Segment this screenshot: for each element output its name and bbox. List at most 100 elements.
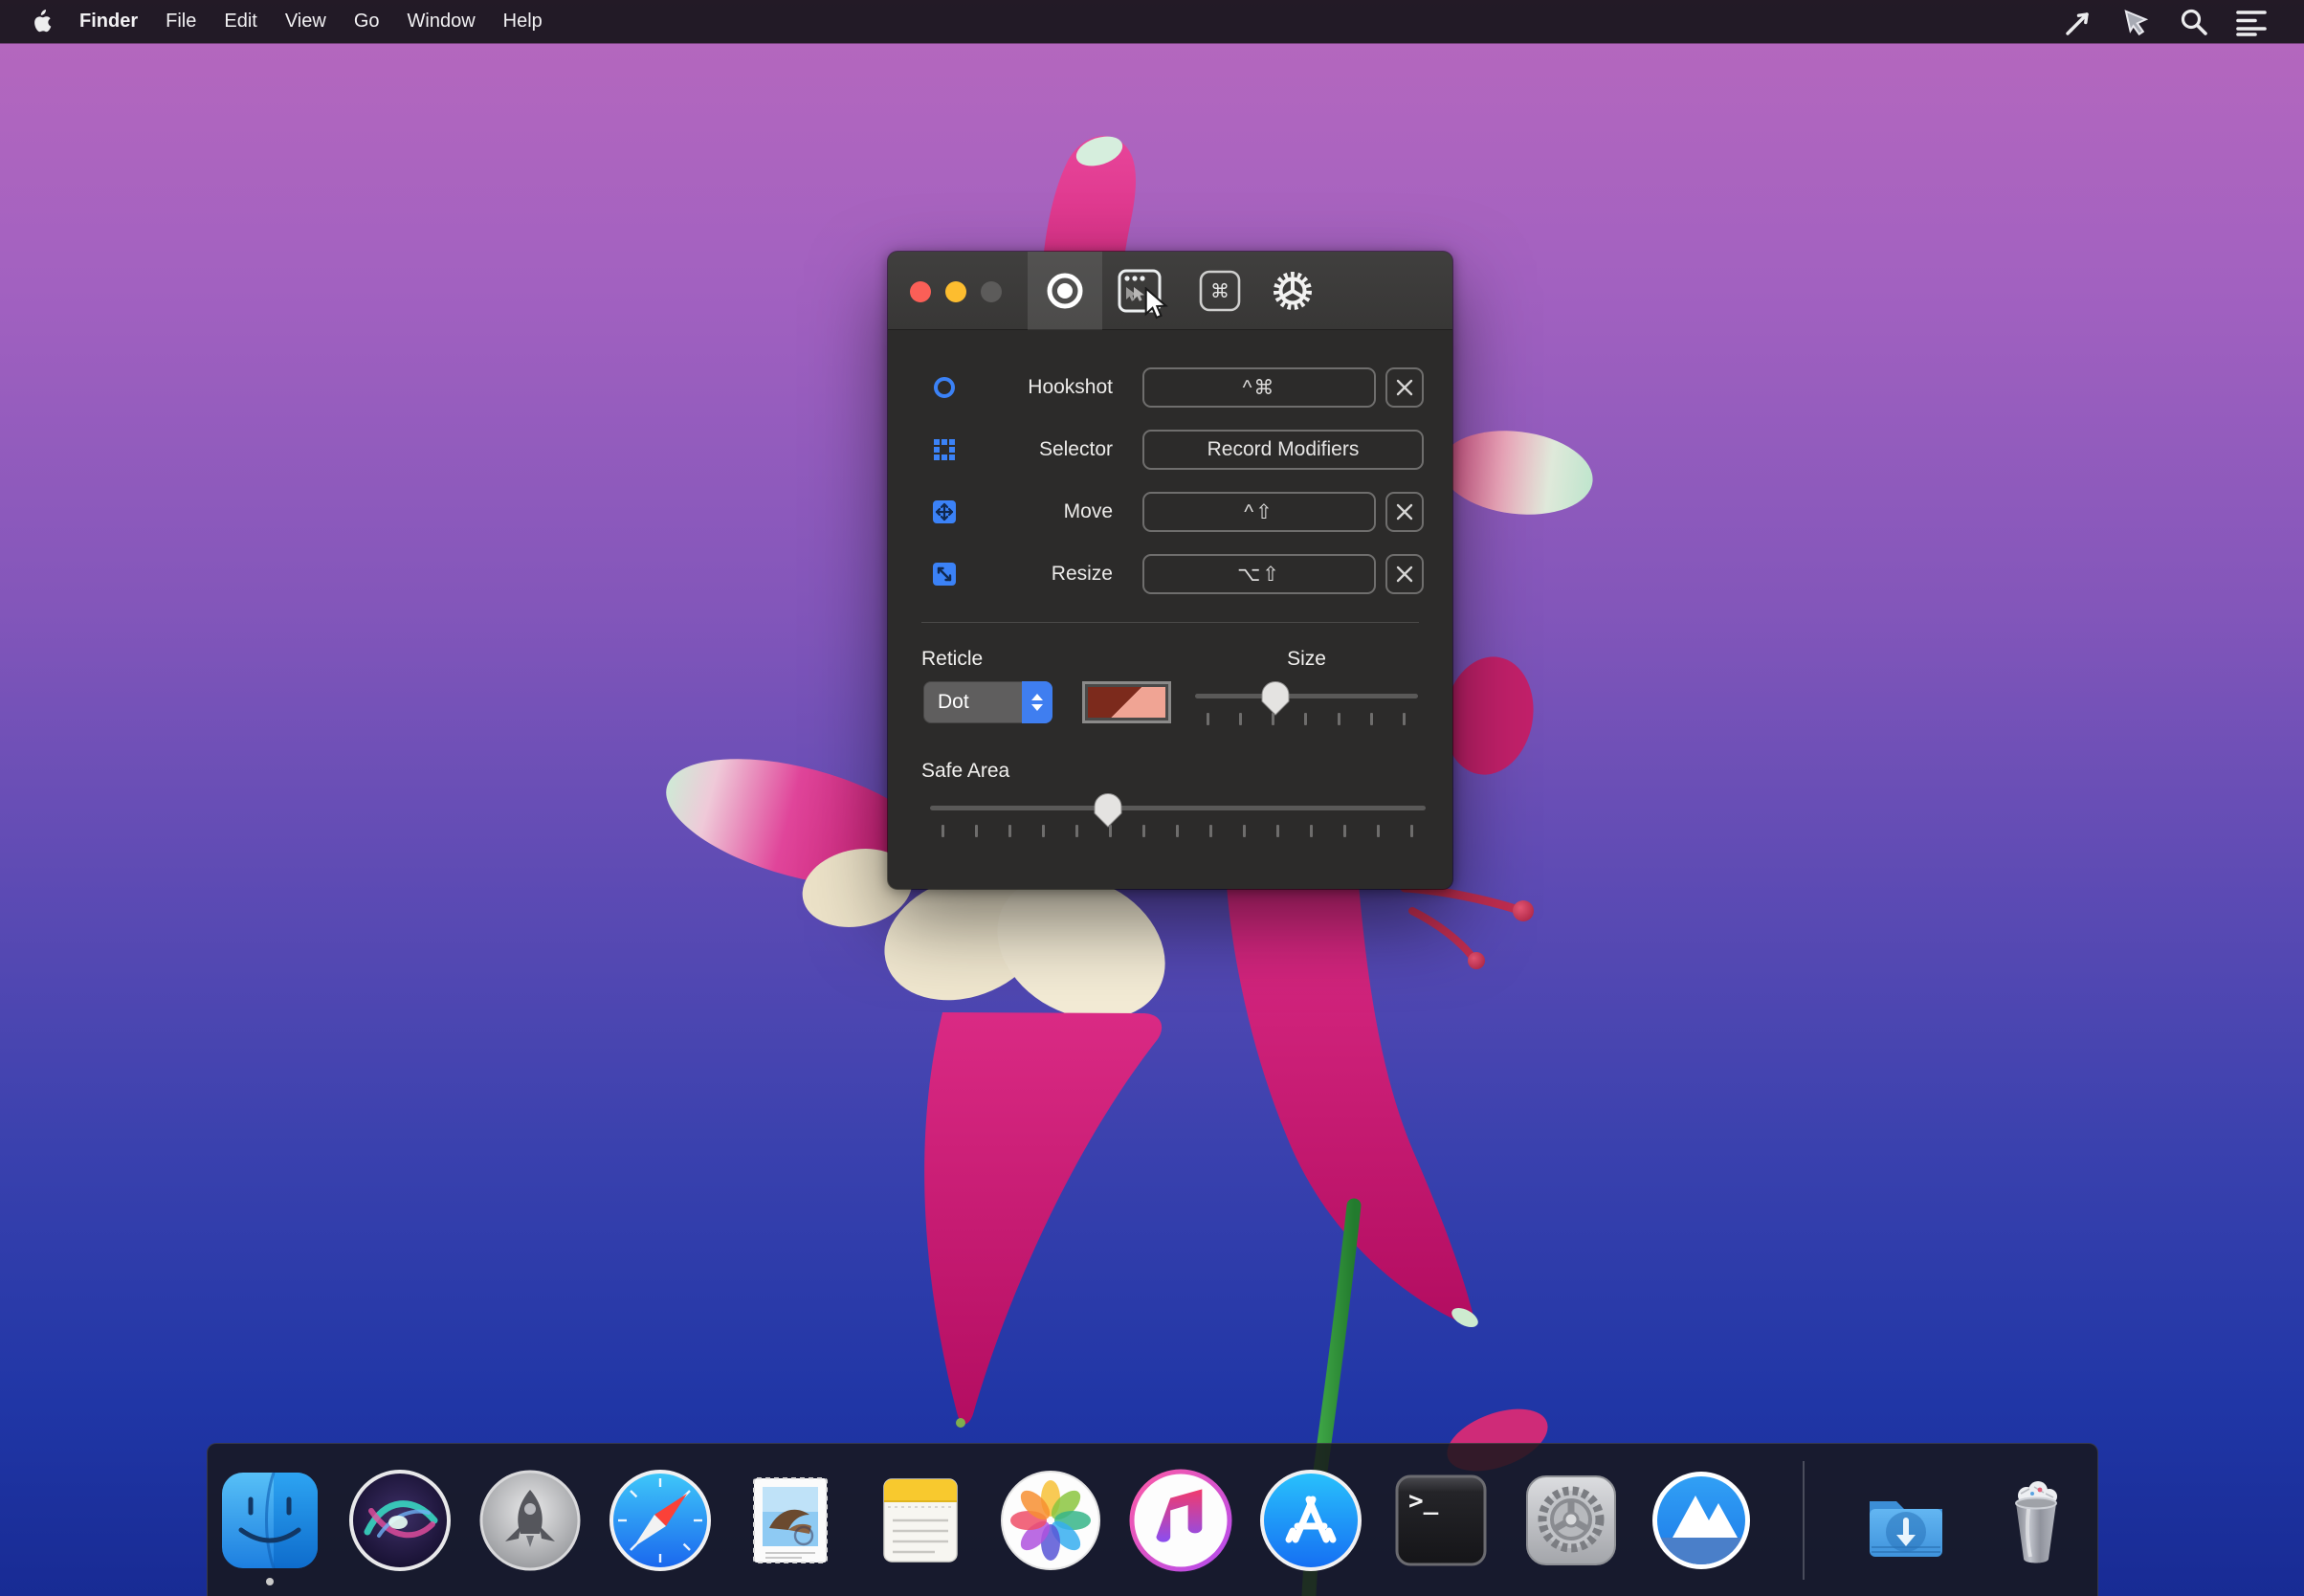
- notification-center-icon[interactable]: [2235, 6, 2268, 38]
- slider-tick: [1370, 713, 1373, 725]
- menu-item-go[interactable]: Go: [352, 0, 382, 43]
- slider-tick: [942, 825, 944, 837]
- menu-item-help[interactable]: Help: [501, 0, 544, 43]
- size-slider-ticks: [1207, 713, 1406, 725]
- resize-clear-button[interactable]: [1385, 554, 1424, 594]
- hookshot-label: Hookshot: [888, 366, 1113, 409]
- safe-area-slider-ticks: [942, 825, 1413, 837]
- search-icon[interactable]: [2178, 6, 2210, 38]
- menu-item-view[interactable]: View: [283, 0, 328, 43]
- dock-item-app-store[interactable]: [1257, 1467, 1364, 1574]
- svg-text:⌘: ⌘: [1210, 279, 1230, 302]
- move-clear-button[interactable]: [1385, 492, 1424, 532]
- menu-item-edit[interactable]: Edit: [222, 0, 258, 43]
- running-indicator: [266, 1578, 274, 1585]
- minimize-button[interactable]: [945, 281, 966, 302]
- tab-settings[interactable]: [1255, 252, 1330, 330]
- safe-area-slider[interactable]: [930, 793, 1426, 837]
- move-shortcut-field[interactable]: ^⇧: [1142, 492, 1376, 532]
- dock-item-downloads[interactable]: [1852, 1467, 1960, 1574]
- shortcut-row-hookshot: Hookshot ^⌘: [888, 366, 1452, 409]
- tab-record[interactable]: [1028, 252, 1102, 330]
- dock-item-finder[interactable]: [216, 1467, 323, 1574]
- dock-item-launchpad[interactable]: [476, 1467, 584, 1574]
- slider-tick: [1338, 713, 1340, 725]
- slider-tick: [1276, 825, 1279, 837]
- menu-item-finder[interactable]: Finder: [78, 0, 140, 43]
- shortcut-row-move: Move ^⇧: [888, 491, 1452, 533]
- reticle-label: Reticle: [921, 648, 983, 671]
- hookshot-clear-button[interactable]: [1385, 367, 1424, 408]
- slider-tick: [1209, 825, 1212, 837]
- dock-item-terminal[interactable]: >_: [1387, 1467, 1495, 1574]
- mouse-cursor: [1144, 287, 1173, 320]
- slider-tick: [1008, 825, 1011, 837]
- slider-tick: [1272, 713, 1274, 725]
- slider-tick: [1142, 825, 1145, 837]
- size-label: Size: [1195, 648, 1418, 671]
- slider-tick: [1410, 825, 1413, 837]
- reticle-color-well[interactable]: [1082, 681, 1171, 723]
- slider-tick: [1304, 713, 1307, 725]
- slider-tick: [1176, 825, 1179, 837]
- dock-item-siri[interactable]: [346, 1467, 454, 1574]
- command-key-icon: ⌘: [1198, 269, 1242, 313]
- gear-icon: [1270, 268, 1316, 314]
- slider-tick: [1239, 713, 1242, 725]
- slider-tick: [1243, 825, 1246, 837]
- slider-tick: [1109, 825, 1112, 837]
- resize-label: Resize: [888, 553, 1113, 595]
- tab-shortcuts[interactable]: ⌘: [1183, 252, 1257, 330]
- hookshot-shortcut-field[interactable]: ^⌘: [1142, 367, 1376, 408]
- safe-area-slider-thumb[interactable]: [1094, 793, 1122, 828]
- dock-item-system-preferences[interactable]: [1518, 1467, 1625, 1574]
- dock-item-notes[interactable]: [867, 1467, 974, 1574]
- slider-tick: [1207, 713, 1209, 725]
- size-slider-thumb[interactable]: [1261, 681, 1290, 716]
- menu-bar: Finder File Edit View Go Window Help: [0, 0, 2304, 43]
- dock-item-safari[interactable]: [607, 1467, 714, 1574]
- reticle-color-swatch: [1088, 687, 1165, 718]
- size-slider-track[interactable]: [1195, 694, 1418, 698]
- record-modifiers-button[interactable]: Record Modifiers: [1142, 430, 1424, 470]
- resize-shortcut-field[interactable]: ⌥⇧: [1142, 554, 1376, 594]
- slider-tick: [1042, 825, 1045, 837]
- slider-tick: [1403, 713, 1406, 725]
- shortcut-row-selector: Selector Record Modifiers: [888, 429, 1452, 471]
- hookshot-arrow-icon[interactable]: [2063, 6, 2095, 38]
- apple-menu[interactable]: [32, 10, 55, 34]
- dock-item-mountain-app[interactable]: [1648, 1467, 1755, 1574]
- x-icon: [1396, 379, 1413, 396]
- desktop: Finder File Edit View Go Window Help: [0, 0, 2304, 1596]
- svg-text:>_: >_: [1408, 1487, 1439, 1516]
- pointer-icon[interactable]: [2120, 6, 2153, 38]
- menu-item-window[interactable]: Window: [406, 0, 477, 43]
- size-slider[interactable]: [1195, 681, 1418, 725]
- slider-tick: [975, 825, 978, 837]
- hookshot-preferences-window: ⌘ Hookshot ^⌘: [888, 252, 1452, 889]
- dock-divider: [1803, 1461, 1805, 1580]
- safe-area-label: Safe Area: [921, 760, 1009, 783]
- dock: >_: [207, 1443, 2098, 1596]
- zoom-button-disabled: [981, 281, 1002, 302]
- shortcut-row-resize: Resize ⌥⇧: [888, 553, 1452, 595]
- slider-tick: [1075, 825, 1078, 837]
- move-label: Move: [888, 491, 1113, 533]
- slider-tick: [1310, 825, 1313, 837]
- slider-tick: [1343, 825, 1346, 837]
- x-icon: [1396, 565, 1413, 583]
- dock-item-trash[interactable]: [1983, 1467, 2090, 1574]
- menu-item-file[interactable]: File: [164, 0, 198, 43]
- close-button[interactable]: [910, 281, 931, 302]
- section-divider: [921, 622, 1419, 623]
- dock-item-itunes[interactable]: [1127, 1467, 1234, 1574]
- dock-item-mail[interactable]: [737, 1467, 844, 1574]
- chevron-up-down-icon: [1022, 681, 1052, 723]
- selector-label: Selector: [888, 429, 1113, 471]
- slider-tick: [1377, 825, 1380, 837]
- dock-item-photos[interactable]: [997, 1467, 1104, 1574]
- record-circle-icon: [1046, 272, 1084, 310]
- safe-area-slider-track[interactable]: [930, 806, 1426, 810]
- reticle-style-dropdown[interactable]: Dot: [923, 681, 1052, 723]
- x-icon: [1396, 503, 1413, 521]
